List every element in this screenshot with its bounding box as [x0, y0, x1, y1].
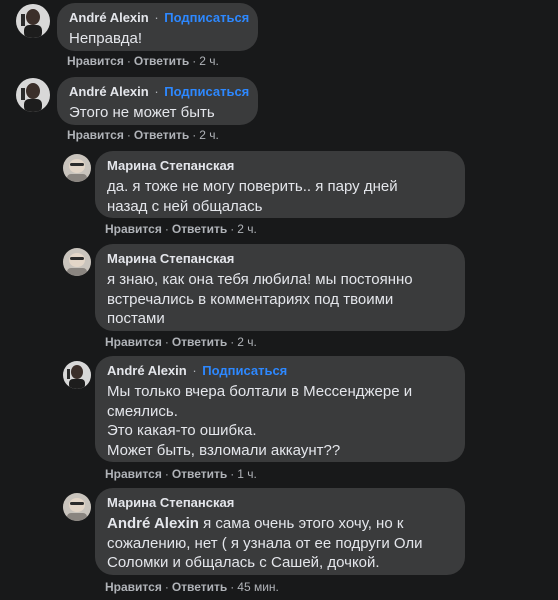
- marina-avatar-icon: [63, 493, 91, 521]
- separator-dot: ·: [230, 580, 235, 594]
- comment-text-line: я сама очень этого хочу, но к: [198, 515, 404, 532]
- comment-author[interactable]: Марина Степанская: [107, 251, 234, 266]
- separator-dot: ·: [164, 467, 169, 481]
- like-button[interactable]: Нравится: [105, 222, 162, 236]
- follow-button[interactable]: Подписаться: [164, 84, 249, 99]
- comment-author[interactable]: André Alexin: [107, 363, 187, 378]
- comment-text-line: назад с ней общалась: [107, 197, 263, 215]
- comment-author[interactable]: Марина Степанская: [107, 495, 234, 510]
- marina-avatar-icon: [63, 154, 91, 182]
- comment-actions: Нравится · Ответить · 2 ч.: [105, 335, 257, 349]
- separator-dot: ·: [126, 54, 131, 68]
- reply-button[interactable]: Ответить: [134, 128, 189, 142]
- comment-text-line: встречались в комментариях под твоими: [107, 290, 394, 308]
- comment-actions: Нравится · Ответить · 2 ч.: [67, 128, 219, 142]
- like-button[interactable]: Нравится: [67, 128, 124, 142]
- comment-bubble: Марина Степанская да. я тоже не могу пов…: [95, 151, 465, 218]
- comment-author[interactable]: Марина Степанская: [107, 158, 234, 173]
- comment-text-line: постами: [107, 310, 165, 327]
- comment-bubble: Марина Степанская я знаю, как она тебя л…: [95, 244, 465, 331]
- comment-text-line: Мы только вчера болтали в Мессенджере и: [107, 383, 413, 400]
- comment-actions: Нравится · Ответить · 2 ч.: [105, 222, 257, 236]
- reply-button[interactable]: Ответить: [172, 580, 227, 594]
- comment-text: Этого не может быть: [69, 104, 215, 121]
- comment-actions: Нравится · Ответить · 1 ч.: [105, 467, 257, 481]
- comment-bubble: André Alexin · Подписаться Неправда!: [57, 3, 258, 51]
- separator-dot: ·: [188, 363, 201, 378]
- reply-button[interactable]: Ответить: [134, 54, 189, 68]
- comment-text-line: я знаю, как она тебя любила! мы постоянн…: [107, 271, 413, 288]
- andre-avatar-icon: [63, 361, 91, 389]
- comment-text-line: Соломки и общалась с Сашей, дочкой.: [107, 554, 380, 571]
- separator-dot: ·: [164, 580, 169, 594]
- separator-dot: ·: [150, 10, 163, 25]
- comment-text-line: да. я тоже не могу поверить.. я пару дне…: [107, 178, 398, 195]
- andre-avatar-icon: [16, 4, 50, 38]
- like-button[interactable]: Нравится: [105, 580, 162, 594]
- comment-timestamp[interactable]: 2 ч.: [237, 222, 257, 236]
- comment-timestamp[interactable]: 2 ч.: [237, 335, 257, 349]
- separator-dot: ·: [230, 335, 235, 349]
- comment-text-line: смеялись.: [107, 402, 178, 420]
- comment-text-line: Это какая-то ошибка.: [107, 422, 257, 439]
- comment-timestamp[interactable]: 2 ч.: [199, 128, 219, 142]
- avatar[interactable]: [16, 4, 50, 38]
- comment-text: Неправда!: [69, 30, 143, 47]
- marina-avatar-icon: [63, 248, 91, 276]
- avatar[interactable]: [63, 248, 91, 276]
- follow-button[interactable]: Подписаться: [164, 10, 249, 25]
- separator-dot: ·: [192, 54, 197, 68]
- separator-dot: ·: [150, 84, 163, 99]
- comment-bubble: Марина Степанская André Alexin я сама оч…: [95, 488, 465, 575]
- like-button[interactable]: Нравится: [67, 54, 124, 68]
- comment-bubble: André Alexin · Подписаться Мы только вче…: [95, 356, 465, 462]
- avatar[interactable]: [63, 493, 91, 521]
- avatar[interactable]: [63, 154, 91, 182]
- user-mention-link[interactable]: André Alexin: [107, 515, 199, 532]
- separator-dot: ·: [230, 467, 235, 481]
- separator-dot: ·: [192, 128, 197, 142]
- avatar[interactable]: [16, 78, 50, 112]
- reply-button[interactable]: Ответить: [172, 222, 227, 236]
- like-button[interactable]: Нравится: [105, 335, 162, 349]
- reply-button[interactable]: Ответить: [172, 467, 227, 481]
- avatar[interactable]: [63, 361, 91, 389]
- separator-dot: ·: [126, 128, 131, 142]
- comment-timestamp[interactable]: 45 мин.: [237, 580, 279, 594]
- comment-thread: André Alexin · Подписаться Неправда! Нра…: [0, 0, 558, 600]
- like-button[interactable]: Нравится: [105, 467, 162, 481]
- comment-text-line: сожалению, нет ( я узнала от ее подруги …: [107, 534, 423, 552]
- separator-dot: ·: [164, 335, 169, 349]
- comment-bubble: André Alexin · Подписаться Этого не може…: [57, 77, 258, 125]
- follow-button[interactable]: Подписаться: [202, 363, 287, 378]
- comment-text-line: Может быть, взломали аккаунт??: [107, 441, 341, 459]
- comment-actions: Нравится · Ответить · 2 ч.: [67, 54, 219, 68]
- reply-button[interactable]: Ответить: [172, 335, 227, 349]
- separator-dot: ·: [230, 222, 235, 236]
- comment-author[interactable]: André Alexin: [69, 10, 149, 25]
- separator-dot: ·: [164, 222, 169, 236]
- comment-timestamp[interactable]: 1 ч.: [237, 467, 257, 481]
- comment-timestamp[interactable]: 2 ч.: [199, 54, 219, 68]
- comment-author[interactable]: André Alexin: [69, 84, 149, 99]
- andre-avatar-icon: [16, 78, 50, 112]
- comment-actions: Нравится · Ответить · 45 мин.: [105, 580, 279, 594]
